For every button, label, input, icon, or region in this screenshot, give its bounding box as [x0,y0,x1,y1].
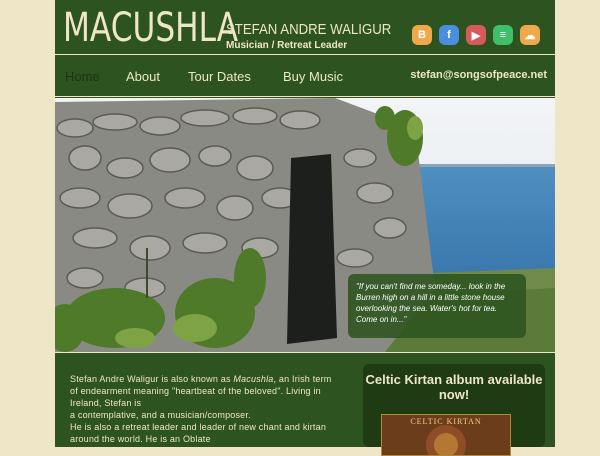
nav-tour-dates[interactable]: Tour Dates [188,69,251,84]
facebook-icon[interactable]: f [439,25,459,45]
artist-name: STEFAN ANDRE WALIGUR [226,21,392,38]
page-container: MACUSHLA STEFAN ANDRE WALIGUR Musician /… [55,0,555,456]
album-promo[interactable]: Celtic Kirtan album available now! CELTI… [363,364,545,456]
site-logo[interactable]: MACUSHLA [63,6,238,50]
promo-title: Celtic Kirtan album available now! [365,372,543,402]
blogger-icon[interactable]: B [412,25,432,45]
nav-divider [55,96,555,97]
site-header: MACUSHLA STEFAN ANDRE WALIGUR Musician /… [55,0,555,54]
youtube-icon[interactable]: ▶ [466,25,486,45]
about-line-3: He is also a retreat leader and leader o… [70,422,327,444]
nav-home[interactable]: Home [65,69,100,84]
nav-about[interactable]: About [126,69,160,84]
soundcloud-icon[interactable]: ☁ [520,25,540,45]
album-title-text: CELTIC KIRTAN [410,417,482,426]
hero-image: "If you can't find me someday... look in… [55,98,555,352]
about-line-2: a contemplative, and a musician/composer… [70,410,251,420]
spotify-icon[interactable]: ≡ [493,25,513,45]
header-divider [55,54,555,55]
nav-buy-music[interactable]: Buy Music [283,69,343,84]
hero-quote: "If you can't find me someday... look in… [348,274,526,338]
social-links: B f ▶ ≡ ☁ [412,25,540,45]
contact-email[interactable]: stefan@songsofpeace.net [410,69,547,81]
main-nav: Home About Tour Dates Buy Music stefan@s… [55,56,555,96]
artist-role: Musician / Retreat Leader [226,40,348,51]
about-intro: Stefan Andre Waligur is also known as [70,374,234,384]
about-text: Stefan Andre Waligur is also known as Ma… [70,373,332,445]
macushla-term: Macushla [233,374,274,384]
album-cover[interactable]: CELTIC KIRTAN [381,414,511,456]
hero-divider [55,352,555,353]
